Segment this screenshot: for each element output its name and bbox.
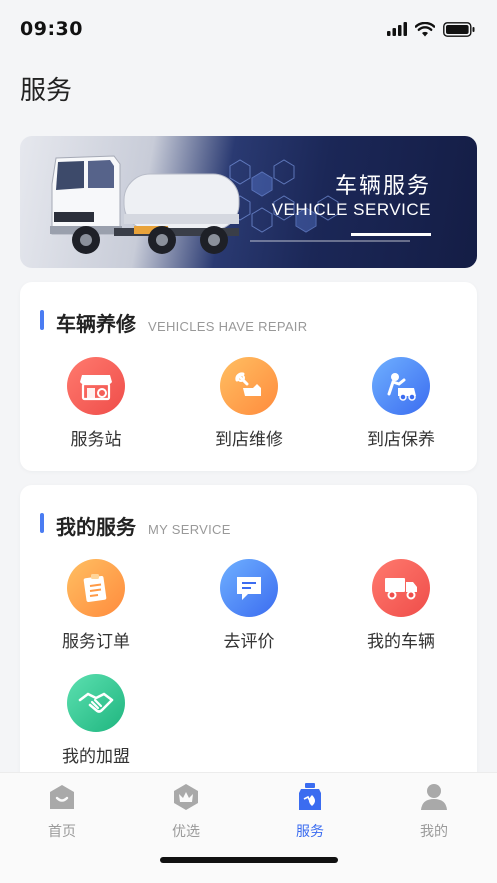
service-station-button[interactable]: 服务站 — [26, 357, 166, 450]
crown-icon — [174, 784, 198, 810]
wifi-icon — [415, 21, 435, 36]
status-time: 09:30 — [20, 18, 83, 40]
my-service-card: 我的服务 MY SERVICE 服务订单 去评价 我的车辆 我的加盟 — [20, 485, 477, 785]
tab-bar: 首页 优选 服务 我的 — [0, 772, 497, 883]
status-icons — [387, 21, 475, 37]
comment-label: 去评价 — [223, 632, 275, 652]
tab-service-label: 服务 — [296, 824, 324, 840]
status-bar: 09:30 — [0, 0, 497, 58]
maintenance-label: 到店保养 — [367, 430, 435, 450]
my-franchise-label: 我的加盟 — [62, 747, 130, 767]
section-subtitle: MY SERVICE — [148, 522, 231, 537]
signal-icon — [387, 22, 407, 36]
section-title: 车辆养修 — [56, 312, 136, 336]
truck-icon — [372, 559, 430, 617]
home-indicator — [160, 857, 338, 863]
service-station-label: 服务站 — [70, 430, 122, 450]
banner-subtitle: VEHICLE SERVICE — [271, 200, 431, 219]
section-header: 我的服务 MY SERVICE — [40, 511, 231, 540]
service-station-icon — [67, 357, 125, 415]
order-icon — [67, 559, 125, 617]
repair-icon — [220, 357, 278, 415]
my-franchise-button[interactable]: 我的加盟 — [26, 674, 166, 767]
tab-home-label: 首页 — [48, 824, 76, 840]
tab-home[interactable]: 首页 — [12, 783, 112, 841]
tab-featured-label: 优选 — [172, 824, 200, 840]
section-subtitle: VEHICLES HAVE REPAIR — [148, 319, 308, 334]
section-title: 我的服务 — [56, 515, 136, 539]
section-header: 车辆养修 VEHICLES HAVE REPAIR — [40, 308, 307, 337]
service-icon — [299, 783, 321, 810]
tab-service[interactable]: 服务 — [260, 783, 360, 841]
banner-underline — [351, 233, 431, 236]
home-icon — [50, 785, 74, 809]
profile-icon — [421, 784, 447, 810]
maintenance-button[interactable]: 到店保养 — [331, 357, 471, 450]
banner-title: 车辆服务 — [334, 174, 431, 199]
service-order-label: 服务订单 — [62, 632, 130, 652]
page-title: 服务 — [20, 76, 73, 106]
banner-decor-line — [250, 240, 410, 242]
tab-profile[interactable]: 我的 — [384, 783, 484, 841]
battery-icon — [443, 21, 475, 37]
comment-button[interactable]: 去评价 — [179, 559, 319, 652]
my-vehicle-button[interactable]: 我的车辆 — [331, 559, 471, 652]
my-vehicle-label: 我的车辆 — [367, 632, 435, 652]
service-order-button[interactable]: 服务订单 — [26, 559, 166, 652]
vehicle-service-banner[interactable]: 车辆服务 VEHICLE SERVICE — [20, 136, 477, 268]
tab-featured[interactable]: 优选 — [136, 783, 236, 841]
maintenance-icon — [372, 357, 430, 415]
tab-profile-label: 我的 — [420, 824, 448, 840]
repair-label: 到店维修 — [215, 430, 283, 450]
vehicle-repair-card: 车辆养修 VEHICLES HAVE REPAIR 服务站 到店维修 到店保养 — [20, 282, 477, 471]
truck-image — [50, 155, 240, 254]
handshake-icon — [67, 674, 125, 732]
repair-button[interactable]: 到店维修 — [179, 357, 319, 450]
comment-icon — [220, 559, 278, 617]
